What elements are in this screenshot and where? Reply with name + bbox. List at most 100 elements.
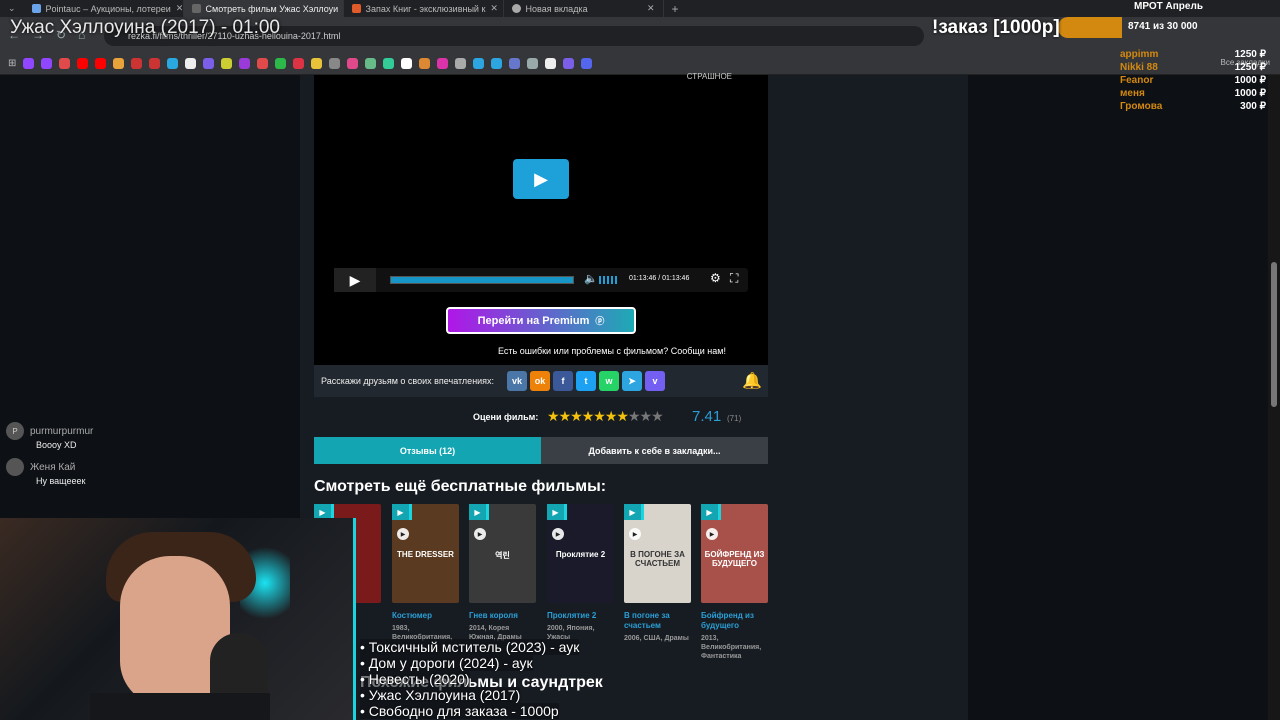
bookmark-icon[interactable] — [293, 58, 305, 69]
bell-icon[interactable]: 🔔 — [742, 371, 762, 391]
volume-icon[interactable]: 🔈 — [584, 272, 598, 285]
movie-poster[interactable]: ▶ ▶ 역린 — [469, 504, 536, 603]
bookmark-icon[interactable] — [221, 58, 233, 69]
bookmark-icon[interactable] — [545, 58, 557, 69]
bookmark-icon[interactable] — [419, 58, 431, 69]
bookmark-icon[interactable] — [581, 58, 593, 69]
close-icon[interactable]: ✕ — [176, 3, 183, 14]
vk-icon[interactable]: vk — [507, 371, 527, 391]
tab-add-bookmark[interactable]: Добавить к себе в закладки... — [541, 437, 768, 464]
bookmark-icon[interactable] — [185, 58, 197, 69]
tab-label: Смотреть фильм Ужас Хэллоуи — [205, 3, 339, 14]
premium-button[interactable]: Перейти на Premium ⓟ — [446, 307, 636, 334]
bookmark-icon[interactable] — [329, 58, 341, 69]
star-icon[interactable]: ★ — [582, 408, 595, 424]
bookmark-icon[interactable] — [563, 58, 575, 69]
progress-bar[interactable] — [390, 276, 574, 284]
scrollbar[interactable] — [1268, 75, 1280, 720]
tab-zapah-knig[interactable]: Запах Книг - эксклюзивный к ✕ — [344, 0, 504, 17]
poster-title: В ПОГОНЕ ЗА СЧАСТЬЕМ — [630, 550, 685, 568]
bookmark-icon[interactable] — [131, 58, 143, 69]
play-icon[interactable]: ▶ — [552, 528, 564, 540]
telegram-icon[interactable]: ➤ — [622, 371, 642, 391]
movie-title[interactable]: Проклятие 2 — [547, 611, 614, 621]
bookmark-icon[interactable] — [113, 58, 125, 69]
bookmark-icon[interactable] — [95, 58, 107, 69]
bookmark-icon[interactable] — [41, 58, 53, 69]
play-icon[interactable]: ▶ — [474, 528, 486, 540]
share-bar: Расскажи друзьям о своих впечатлениях: v… — [314, 365, 768, 397]
movie-card[interactable]: ▶ ▶ БОЙФРЕНД ИЗ БУДУЩЕГО Бойфренд из будуще… — [701, 504, 768, 661]
bookmark-icon[interactable] — [527, 58, 539, 69]
tab-pointauc[interactable]: Pointauc – Аукционы, лотереи ✕ — [24, 0, 184, 17]
bookmark-icon[interactable] — [77, 58, 89, 69]
star-icon[interactable]: ★ — [640, 408, 653, 424]
bookmark-icon[interactable] — [365, 58, 377, 69]
bookmark-icon[interactable] — [275, 58, 287, 69]
volume-slider[interactable] — [599, 276, 619, 284]
big-play-button[interactable]: ▶ — [513, 159, 569, 199]
movie-poster[interactable]: ▶ ▶ Проклятие 2 — [547, 504, 614, 603]
viber-icon[interactable]: v — [645, 371, 665, 391]
bookmark-icon[interactable] — [167, 58, 179, 69]
gear-icon[interactable]: ⚙ — [710, 271, 721, 285]
movie-title[interactable]: В погоне за счастьем — [624, 611, 691, 631]
bookmark-icon[interactable] — [311, 58, 323, 69]
tab-label: Запах Книг - эксклюзивный к — [365, 3, 486, 14]
apps-grid-icon[interactable]: ⊞ — [8, 58, 16, 69]
bookmark-icon[interactable] — [437, 58, 449, 69]
bookmark-icon[interactable] — [59, 58, 71, 69]
star-icon[interactable]: ★ — [547, 408, 560, 424]
star-icon[interactable]: ★ — [570, 408, 583, 424]
fullscreen-icon[interactable]: ⛶ — [730, 271, 738, 286]
movie-title[interactable]: Гнев короля — [469, 611, 536, 621]
close-icon[interactable]: ✕ — [647, 3, 655, 14]
close-icon[interactable]: ✕ — [490, 3, 498, 14]
movie-card[interactable]: ▶ ▶ Проклятие 2 Проклятие 2 2000, Япония, Уж… — [547, 504, 614, 642]
bookmark-icon[interactable] — [491, 58, 503, 69]
movie-card[interactable]: ▶ ▶ 역린 Гнев короля 2014, Корея Южная, Драмы — [469, 504, 536, 642]
play-button[interactable]: ▶ — [334, 268, 376, 292]
movie-card[interactable]: ▶ ▶ THE DRESSER Костюмер 1983, Великобритани… — [392, 504, 459, 642]
bookmark-icon[interactable] — [509, 58, 521, 69]
facebook-icon[interactable]: f — [553, 371, 573, 391]
movie-poster[interactable]: ▶ ▶ БОЙФРЕНД ИЗ БУДУЩЕГО — [701, 504, 768, 603]
movie-card[interactable]: ▶ ▶ В ПОГОНЕ ЗА СЧАСТЬЕМ В погоне за счасть… — [624, 504, 691, 643]
bookmark-icon[interactable] — [383, 58, 395, 69]
movie-title[interactable]: Костюмер — [392, 611, 459, 621]
bookmark-icon[interactable] — [401, 58, 413, 69]
star-icon[interactable]: ★ — [616, 408, 629, 424]
rating-stars[interactable]: ★★★★★★★★★★ — [547, 408, 664, 425]
star-icon[interactable]: ★ — [605, 408, 618, 424]
new-tab-plus-icon[interactable]: + — [664, 2, 687, 16]
tab-new[interactable]: Новая вкладка ✕ — [504, 0, 664, 17]
bookmark-icon[interactable] — [473, 58, 485, 69]
tab-list-chevron-icon[interactable]: ⌄ — [0, 3, 24, 14]
whatsapp-icon[interactable]: w — [599, 371, 619, 391]
video-camera-icon: ▶ — [469, 504, 489, 520]
bookmark-icon[interactable] — [347, 58, 359, 69]
bookmark-icon[interactable] — [149, 58, 161, 69]
star-icon[interactable]: ★ — [628, 408, 641, 424]
star-icon[interactable]: ★ — [593, 408, 606, 424]
movie-poster[interactable]: ▶ ▶ THE DRESSER — [392, 504, 459, 603]
play-icon[interactable]: ▶ — [397, 528, 409, 540]
ok-icon[interactable]: ok — [530, 371, 550, 391]
movie-title[interactable]: Бойфренд из будущего — [701, 611, 768, 631]
bookmark-icon[interactable] — [203, 58, 215, 69]
scrollbar-thumb[interactable] — [1271, 262, 1277, 407]
tab-rezka[interactable]: Смотреть фильм Ужас Хэллоуи✕ — [183, 0, 344, 17]
star-icon[interactable]: ★ — [651, 408, 664, 424]
bookmark-icon[interactable] — [257, 58, 269, 69]
bookmark-icon[interactable] — [239, 58, 251, 69]
movie-poster[interactable]: ▶ ▶ В ПОГОНЕ ЗА СЧАСТЬЕМ — [624, 504, 691, 603]
play-icon[interactable]: ▶ — [706, 528, 718, 540]
twitter-icon[interactable]: t — [576, 371, 596, 391]
order-goal-label: !заказ [1000р] — [932, 17, 1060, 38]
bookmark-icon[interactable] — [23, 58, 35, 69]
bookmark-icon[interactable] — [455, 58, 467, 69]
play-icon[interactable]: ▶ — [629, 528, 641, 540]
tab-reviews[interactable]: Отзывы (12) — [314, 437, 541, 464]
star-icon[interactable]: ★ — [559, 408, 572, 424]
report-problem-link[interactable]: Есть ошибки или проблемы с фильмом? Сооб… — [498, 346, 726, 356]
